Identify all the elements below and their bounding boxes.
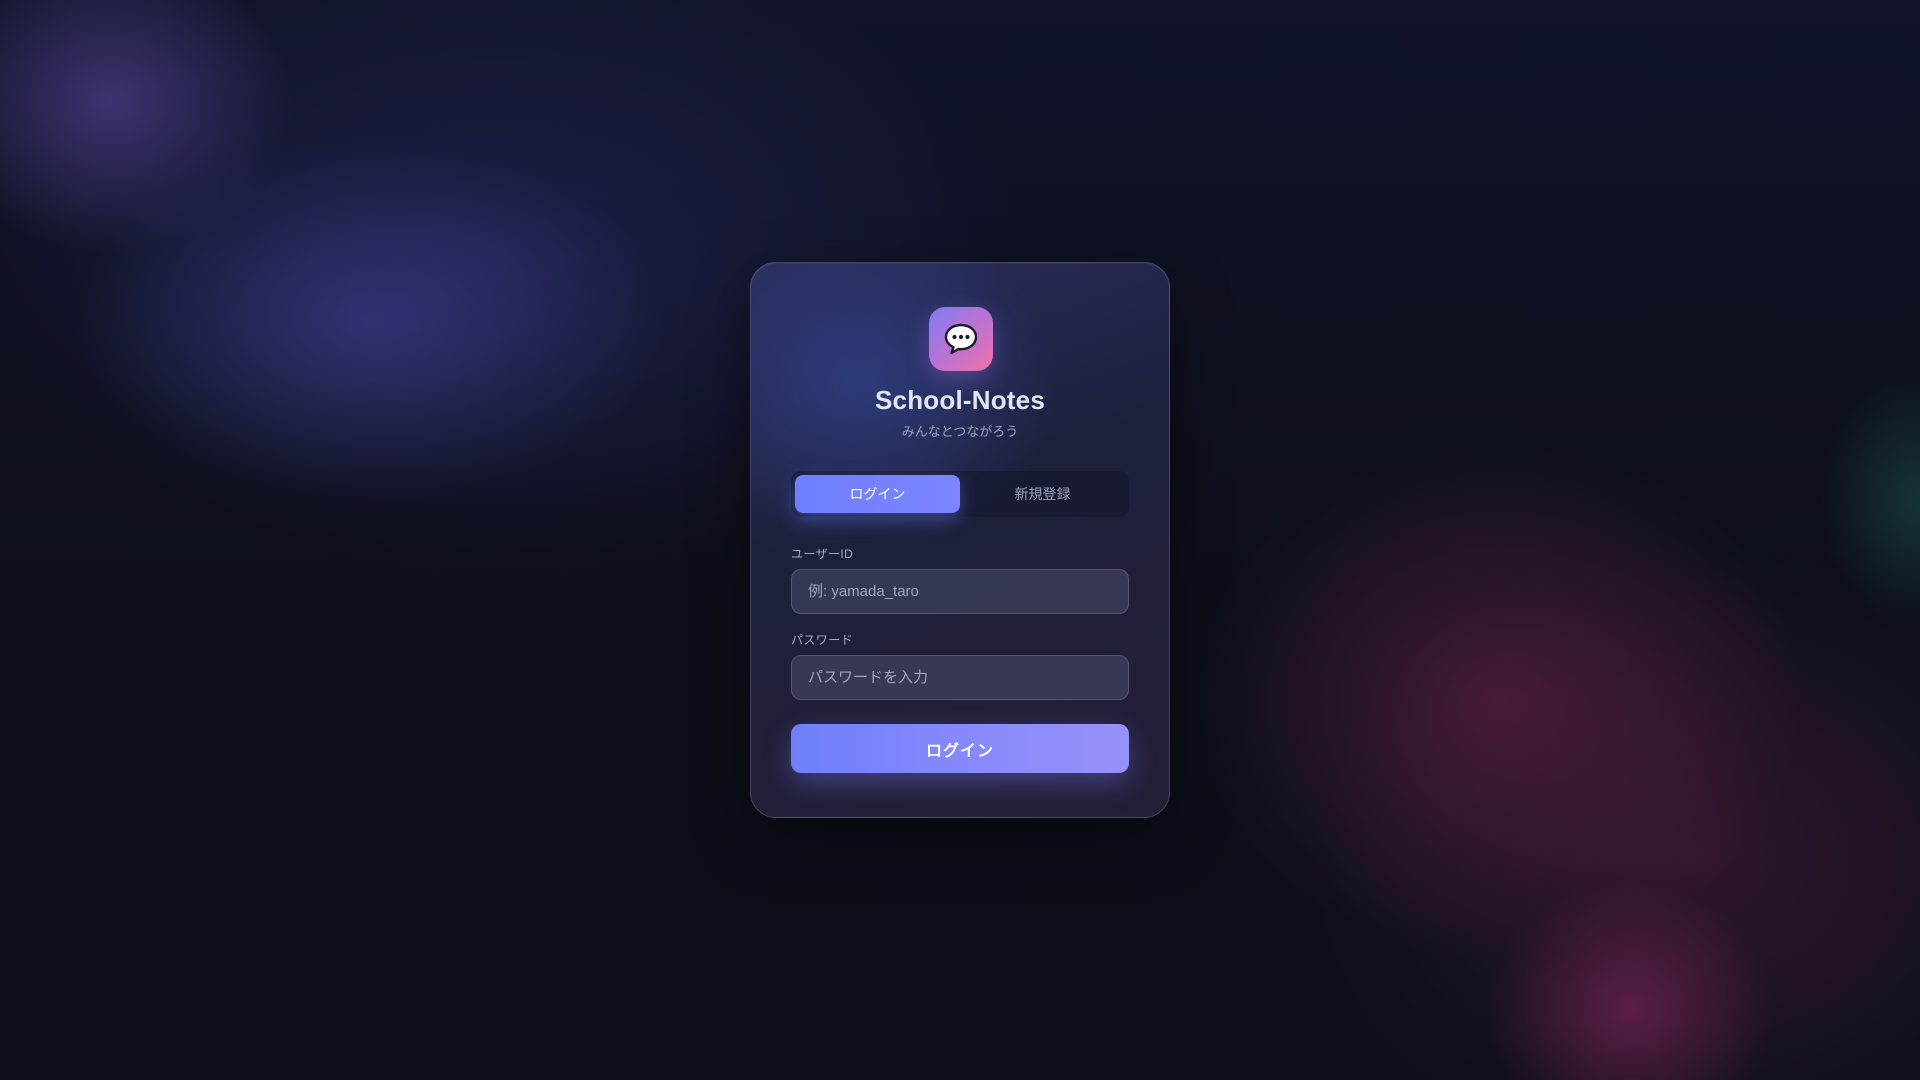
app-subtitle: みんなとつながろう — [901, 424, 1019, 439]
password-label: パスワード — [791, 633, 854, 647]
user-id-input[interactable] — [791, 569, 1129, 614]
login-button[interactable]: ログイン — [791, 724, 1129, 773]
user-id-label: ユーザーID — [791, 547, 854, 561]
app-title: School-Notes — [875, 385, 1045, 415]
app-logo — [929, 307, 993, 371]
tab-login[interactable]: ログイン — [795, 475, 960, 513]
password-input[interactable] — [791, 655, 1129, 700]
tab-register[interactable]: 新規登録 — [960, 475, 1125, 513]
login-card: School-Notes みんなとつながろう ログイン 新規登録 ユーザーID … — [750, 262, 1170, 818]
speech-bubble-icon — [944, 323, 978, 355]
auth-tabs: ログイン 新規登録 — [791, 471, 1129, 517]
